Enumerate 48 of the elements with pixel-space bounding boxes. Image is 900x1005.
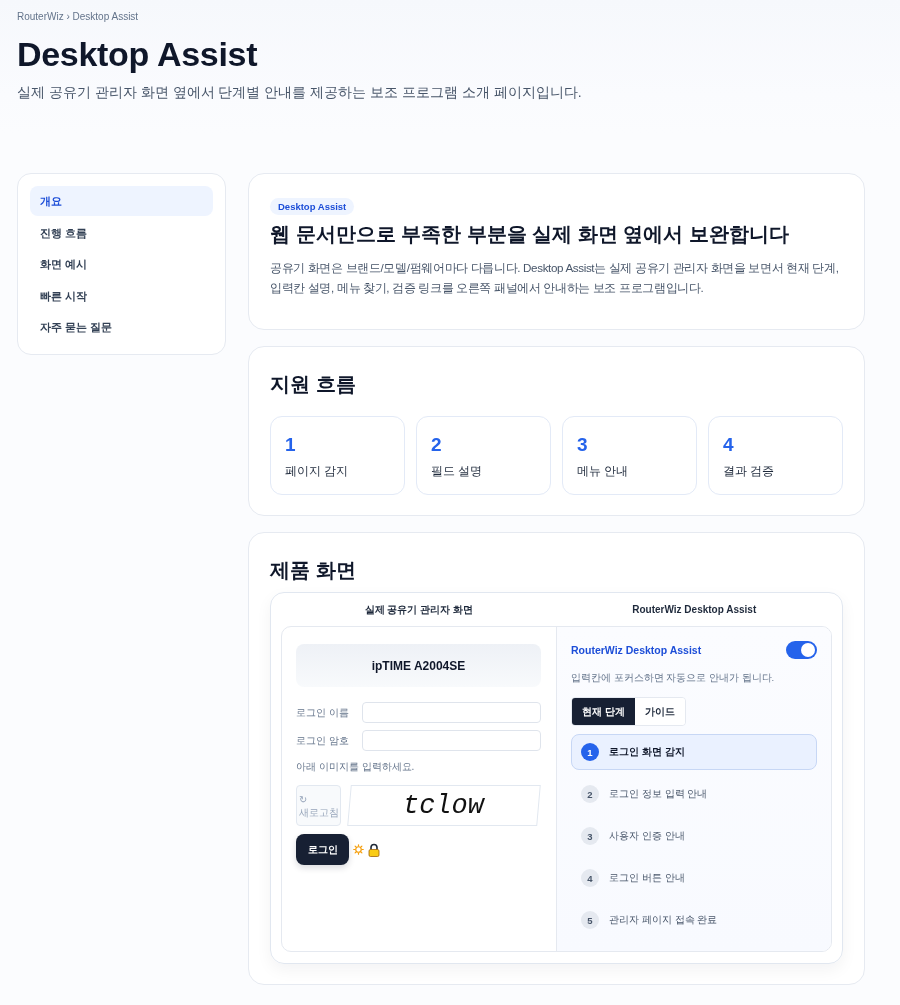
step-number: 2 [581,785,599,803]
toggle-switch[interactable] [786,641,817,659]
step-number: 1 [285,433,296,457]
sidebar-item[interactable]: 자주 묻는 질문 [30,312,213,342]
field-label: 로그인 암호 [296,733,350,748]
step-label: 메뉴 안내 [577,463,629,479]
step-label: 결과 검증 [723,463,775,479]
sidebar-item[interactable]: 빠른 시작 [30,280,213,311]
lock-icon [368,842,380,857]
step-number: 4 [723,433,734,457]
step-number: 5 [581,911,599,929]
breadcrumb: RouterWiz › Desktop Assist [17,10,139,24]
step-number: 1 [581,743,599,761]
step-label: 관리자 페이지 접속 완료 [609,913,718,927]
router-model-banner: ipTIME A2004SE [296,644,541,687]
login-button[interactable]: 로그인 [296,834,349,865]
assist-hint: 입력칸에 포커스하면 자동으로 안내가 됩니다. [571,671,775,685]
product-tag: Desktop Assist [270,198,355,215]
field-label: 로그인 이름 [296,705,350,720]
step-label: 사용자 인증 안내 [609,829,685,843]
section-heading: 지원 흐름 [270,372,356,397]
sidebar-item[interactable]: 진행 흐름 [30,217,213,248]
sidebar-item[interactable]: 화면 예시 [30,249,213,279]
tab[interactable]: 현재 단계 [572,698,635,725]
step-number: 3 [577,433,588,457]
column-title: RouterWiz Desktop Assist [632,604,757,615]
page-title: Desktop Assist [17,34,258,74]
tab[interactable]: 가이드 [634,698,685,725]
step-label: 로그인 정보 입력 안내 [609,787,708,801]
step-label: 로그인 화면 감지 [609,745,685,759]
step-label: 필드 설명 [431,463,483,479]
intro-heading: 웹 문서만으로 부족한 부분을 실제 화면 옆에서 보완합니다 [270,222,789,247]
assist-title: RouterWiz Desktop Assist [571,644,702,656]
captcha-image: tclow [347,785,541,826]
step-label: 페이지 감지 [285,463,349,479]
step-number: 3 [581,827,599,845]
input-field[interactable] [362,730,541,751]
page-subtitle: 실제 공유기 관리자 화면 옆에서 단계별 안내를 제공하는 보조 프로그램 소개 페이지입니다. [17,83,582,102]
sidebar-item[interactable]: 개요 [30,186,213,216]
step-label: 로그인 버튼 안내 [609,871,685,885]
sun-icon [353,844,364,855]
step-number: 4 [581,869,599,887]
step-number: 2 [431,433,442,457]
input-field[interactable] [362,702,541,723]
captcha-prompt: 아래 이미지를 입력하세요. [296,760,415,774]
column-title: 실제 공유기 관리자 화면 [364,602,473,617]
section-heading: 제품 화면 [270,558,356,583]
intro-paragraph: 공유기 화면은 브랜드/모델/펌웨어마다 다릅니다. Desktop Assist는 실제 공유기 관리자 화면을 보면서 현재 단계, 입력칸 설명, 메뉴 찾기, 검증 링크를 오른쪽 패널에서 안내하는 보조 프로그램입니다. [270,260,840,296]
